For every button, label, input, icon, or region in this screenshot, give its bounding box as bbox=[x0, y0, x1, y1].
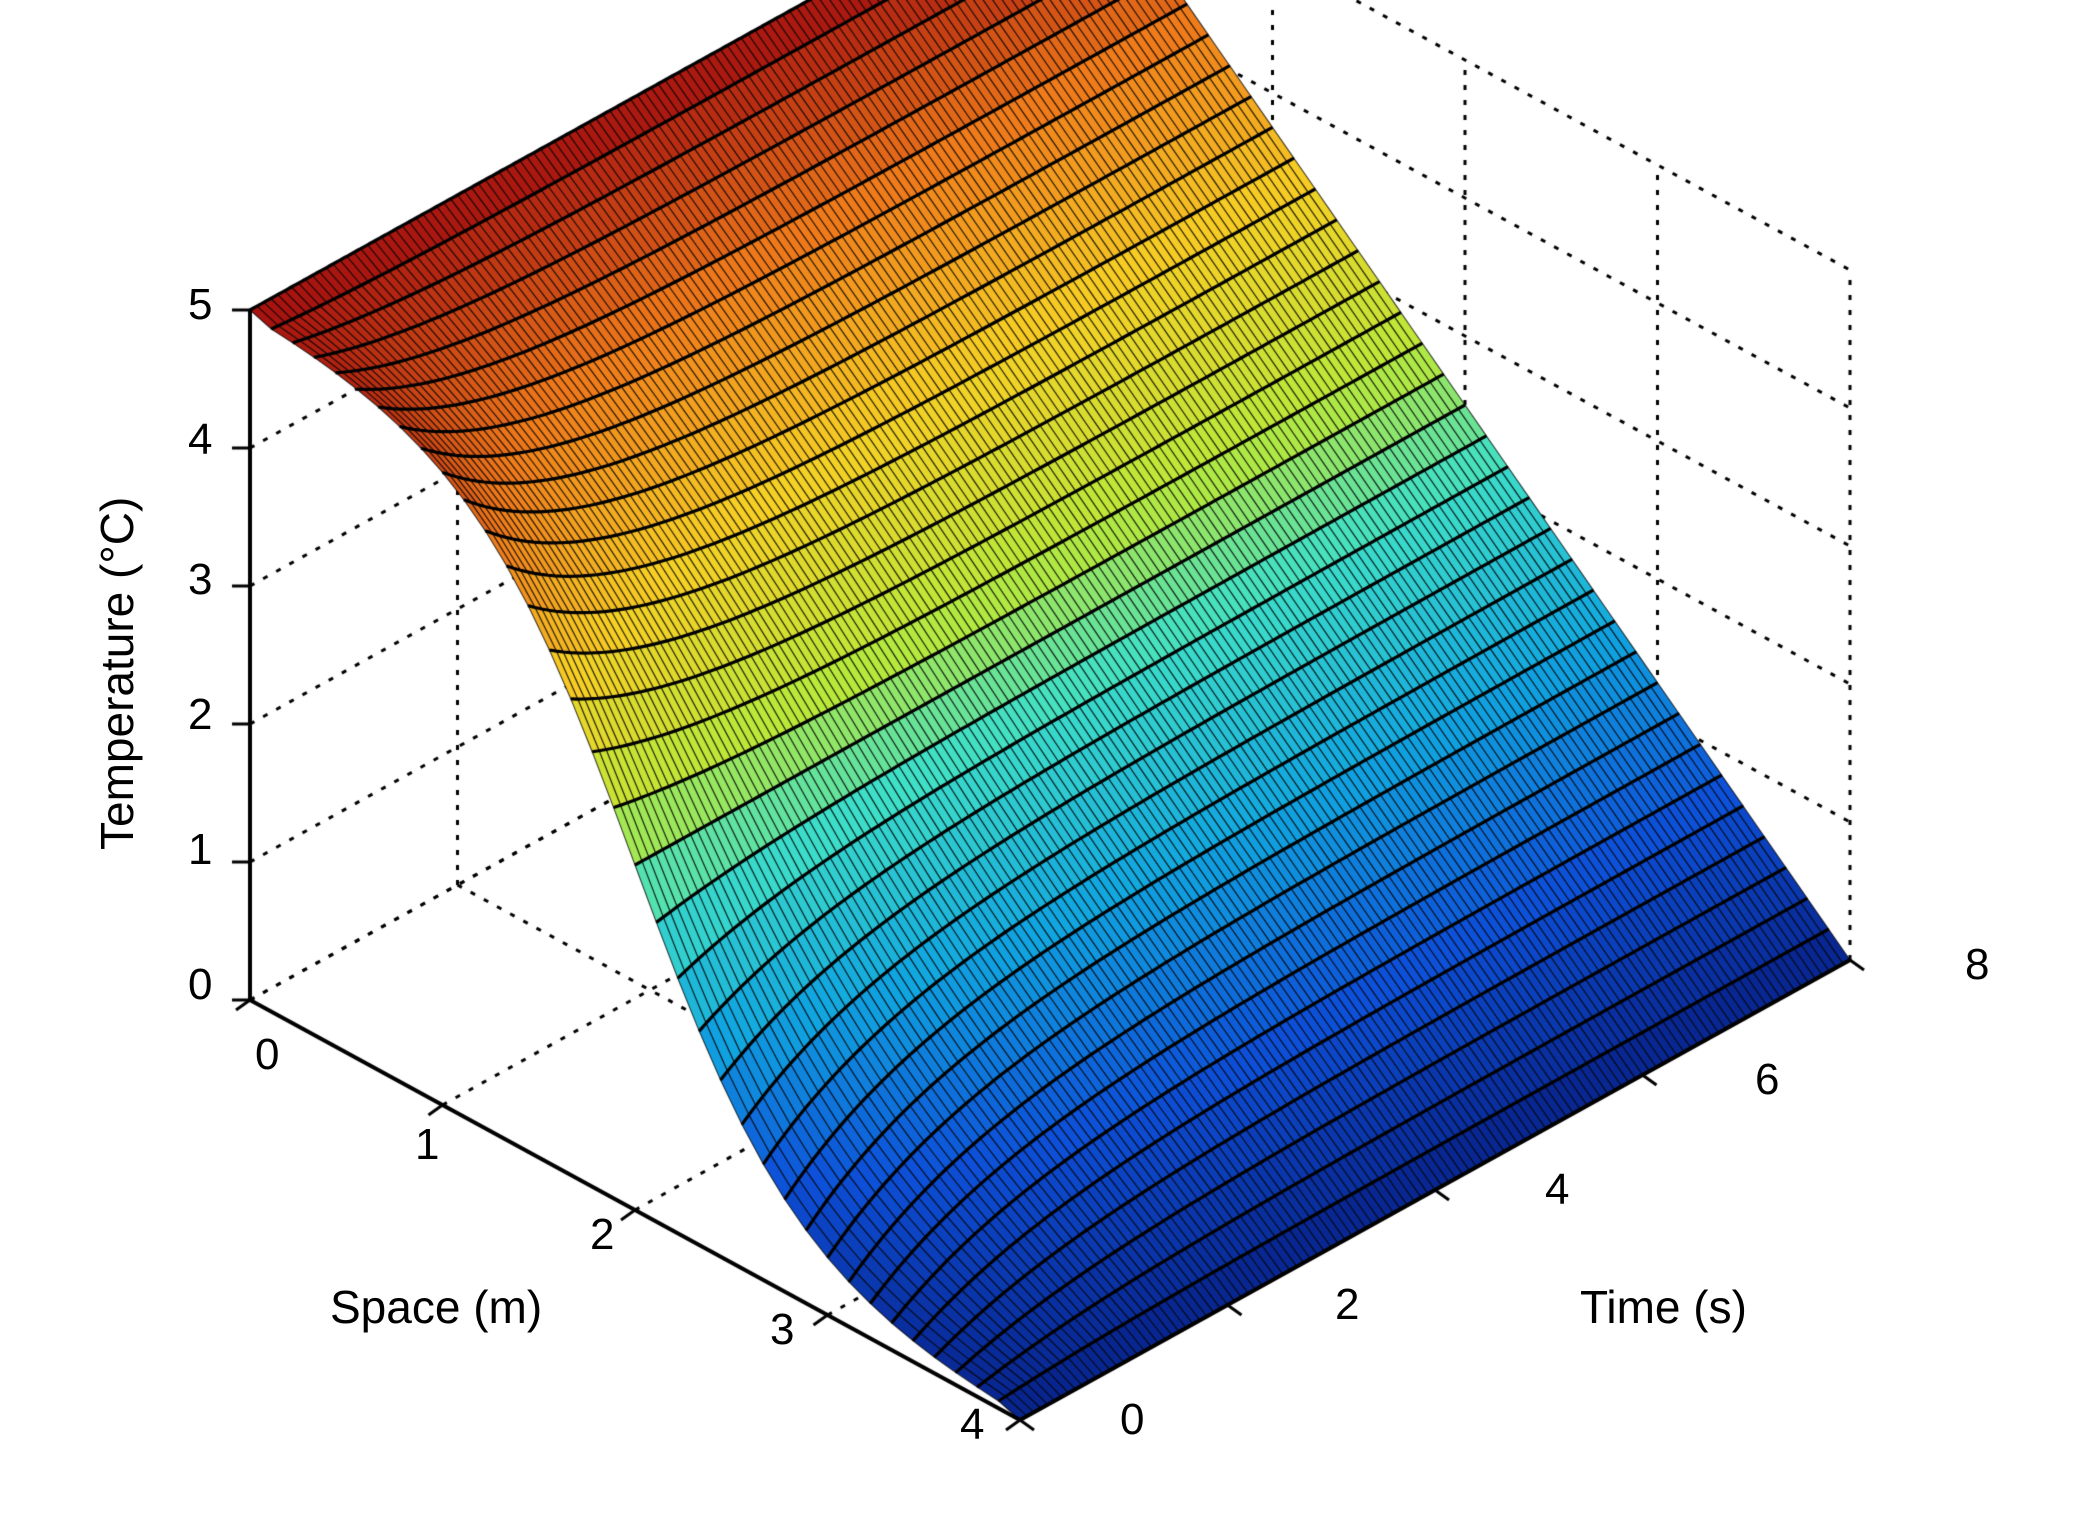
z-axis-label: Temperature (°C) bbox=[90, 497, 144, 850]
z-tick: 0 bbox=[188, 960, 212, 1010]
x-tick: 0 bbox=[255, 1030, 279, 1080]
x-tick: 4 bbox=[960, 1400, 984, 1450]
z-tick: 3 bbox=[188, 555, 212, 605]
y-tick: 2 bbox=[1335, 1280, 1359, 1330]
surface-plot: Temperature (°C) Space (m) Time (s) 5 4 … bbox=[0, 0, 2091, 1518]
z-tick: 4 bbox=[188, 415, 212, 465]
x-axis-label: Space (m) bbox=[330, 1280, 542, 1334]
y-axis-label: Time (s) bbox=[1580, 1280, 1747, 1334]
x-tick: 2 bbox=[590, 1210, 614, 1260]
surface-canvas bbox=[0, 0, 2091, 1518]
z-tick: 5 bbox=[188, 280, 212, 330]
y-tick: 8 bbox=[1965, 940, 1989, 990]
z-tick: 2 bbox=[188, 690, 212, 740]
x-tick: 1 bbox=[415, 1120, 439, 1170]
z-tick: 1 bbox=[188, 825, 212, 875]
y-tick: 6 bbox=[1755, 1055, 1779, 1105]
y-tick: 4 bbox=[1545, 1165, 1569, 1215]
x-tick: 3 bbox=[770, 1305, 794, 1355]
y-tick: 0 bbox=[1120, 1395, 1144, 1445]
